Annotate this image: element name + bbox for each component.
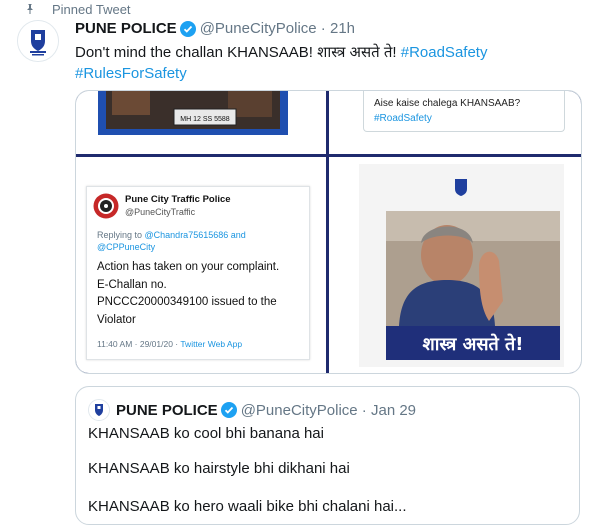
tweet-card: Aise kaise chalega KHANSAAB? #RoadSafety [363,91,565,132]
author-name[interactable]: PUNE POLICE [75,20,177,37]
police-badge-icon [89,400,109,420]
tweet-header: PUNE POLICE @PuneCityPolice · 21h [75,20,355,37]
card-body-line4: Violator [97,313,136,326]
pinned-label: Pinned Tweet [52,1,131,17]
quote-header: PUNE POLICE @PuneCityPolice · Jan 29 [88,399,416,421]
card-account-handle: @PuneCityTraffic [125,207,196,217]
verified-icon [220,402,237,418]
hashtag-roadsafety[interactable]: #RoadSafety [401,44,488,61]
hashtag-rulesforsafety[interactable]: #RulesForSafety [75,65,187,82]
card-body-line2: E-Challan no. [97,278,167,291]
verified-icon [179,20,196,37]
quote-avatar [88,399,110,421]
plate-text: MH 12 SS 5588 [180,116,230,123]
card-meta: 11:40 AM · 29/01/20 · Twitter Web App [97,339,242,349]
separator-dot: · [316,20,330,37]
separator-dot: · [357,401,371,419]
card-hashtag: #RoadSafety [374,113,432,124]
card-replying: Replying to @Chandra75615686 and @CPPune… [97,229,297,253]
avatar[interactable] [17,20,59,62]
bike-photo: MH 12 SS 5588 [76,91,326,154]
media-grid: MH 12 SS 5588 Aise kaise chalega KHANSAA… [75,90,582,374]
pin-icon [27,4,33,14]
author-handle[interactable]: @PuneCityPolice [200,20,317,37]
card-account-name: Pune City Traffic Police [125,194,231,205]
tweet-body: Don't mind the challan KHANSAAB! शास्त्र… [75,44,397,61]
tweet-text: Don't mind the challan KHANSAAB! शास्त्र… [75,42,575,84]
quote-date: Jan 29 [370,401,417,419]
quoted-tweet[interactable]: PUNE POLICE @PuneCityPolice · Jan 29 KHA… [75,386,580,525]
media-image-3[interactable]: Pune City Traffic Police @PuneCityTraffi… [76,157,326,373]
quote-author-name: PUNE POLICE [116,401,218,419]
media-image-1[interactable]: MH 12 SS 5588 [76,91,326,154]
police-badge-icon [18,21,58,61]
media-image-2[interactable]: Aise kaise chalega KHANSAAB? #RoadSafety [329,91,581,154]
poster-caption: शास्त्र असते ते! [422,333,523,355]
replying-prefix: Replying to [97,230,145,240]
screenshot-card: Pune City Traffic Police @PuneCityTraffi… [86,186,310,360]
quote-line-2: KHANSAAB ko hairstyle bhi dikhani hai [88,460,350,477]
card-body: Action has taken on your complaint. E-Ch… [97,259,309,329]
poster-image: शास्त्र असते ते! [329,157,581,373]
card-body-line1: Action has taken on your complaint. [97,261,280,273]
card-body-line3: PNCCC20000349100 issued to the [97,296,277,308]
pinned-indicator: Pinned Tweet [24,0,131,18]
card-meta-time: 11:40 AM · 29/01/20 · [97,339,181,349]
card-text: Aise kaise chalega KHANSAAB? [374,98,521,109]
quote-line-3: KHANSAAB ko hero waali bike bhi chalani … [88,498,407,515]
card-meta-client: Twitter Web App [180,339,243,349]
traffic-police-logo-icon [93,193,119,219]
tweet-time[interactable]: 21h [330,20,355,37]
media-image-4[interactable]: शास्त्र असते ते! [329,157,581,373]
quote-line-1: KHANSAAB ko cool bhi banana hai [88,425,324,442]
quote-author-handle: @PuneCityPolice [240,401,358,419]
